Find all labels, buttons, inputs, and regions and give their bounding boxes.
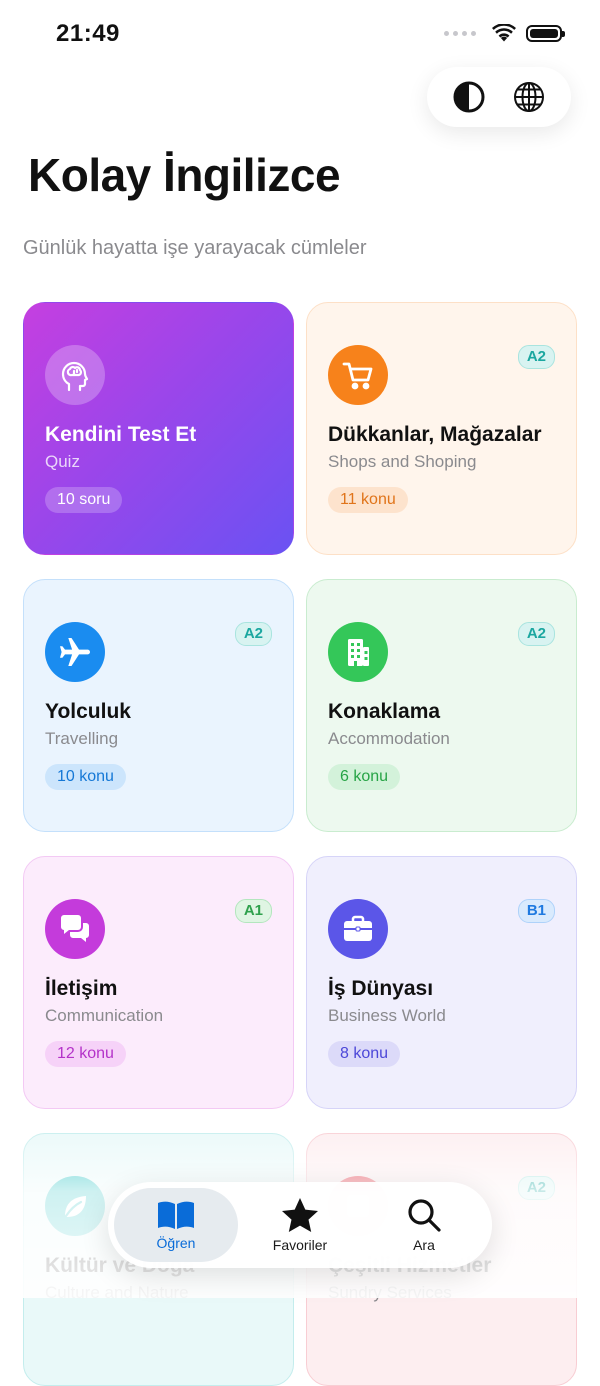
level-badge: A1 [234,899,272,923]
card-title: İş Dünyası [328,977,434,1000]
card-count-badge: 10 soru [45,487,123,513]
card-subtitle: Culture and Nature [45,1283,189,1302]
card-title: Kendini Test Et [45,423,197,446]
status-icons [444,24,565,42]
book-icon [158,1201,194,1229]
briefcase-icon [328,899,388,959]
language-button[interactable] [507,75,551,119]
star-icon [282,1198,318,1232]
card-travelling[interactable]: A2 Yolculuk Travelling 10 konu [23,579,294,832]
top-actions [427,67,571,127]
card-count-badge: 12 konu [45,1041,126,1067]
tab-label: Ara [413,1237,435,1253]
battery-icon [526,24,565,42]
brain-head-icon [45,345,105,405]
level-badge: A2 [517,622,555,646]
card-subtitle: Sundry Services [328,1283,452,1302]
shopping-cart-icon [328,345,388,405]
card-subtitle: Accommodation [328,729,450,748]
card-title: Yolculuk [45,700,131,723]
card-title: İletişim [45,977,118,1000]
page-title: Kolay İngilizce [28,149,341,201]
card-subtitle: Business World [328,1006,446,1025]
tab-label: Favoriler [272,1237,328,1253]
tab-learn[interactable]: Öğren [114,1188,238,1262]
wifi-icon [492,24,516,42]
card-title: Dükkanlar, Mağazalar [328,423,542,446]
level-badge: A2 [234,622,272,646]
signal-dots-icon [444,30,476,36]
card-communication[interactable]: A1 İletişim Communication 12 konu [23,856,294,1109]
card-shops[interactable]: A2 Dükkanlar, Mağazalar Shops and Shopin… [306,302,577,555]
card-count-badge: 6 konu [328,764,401,790]
card-count-badge: 11 konu [328,487,408,513]
card-business[interactable]: B1 İş Dünyası Business World 8 konu [306,856,577,1109]
globe-icon [514,82,544,112]
contrast-icon [453,81,485,113]
level-badge: A2 [517,345,555,369]
card-count-badge: 8 konu [328,1041,401,1067]
card-subtitle: Travelling [45,729,119,748]
tab-bar: Öğren Favoriler Ara [108,1182,492,1268]
building-icon [328,622,388,682]
card-subtitle: Quiz [45,452,80,471]
card-subtitle: Shops and Shoping [328,452,477,471]
tab-label: Öğren [156,1235,196,1251]
card-count-badge: 10 konu [45,764,126,790]
theme-toggle-button[interactable] [447,75,491,119]
card-subtitle: Communication [45,1006,164,1025]
status-time: 21:49 [56,20,120,47]
level-badge: B1 [517,899,555,923]
airplane-icon [45,622,105,682]
search-icon [408,1199,441,1232]
card-title: Konaklama [328,700,441,723]
tab-search[interactable]: Ara [362,1188,486,1262]
card-accommodation[interactable]: A2 Konaklama Accommodation 6 konu [306,579,577,832]
leaf-icon [45,1176,105,1236]
card-quiz[interactable]: Kendini Test Et Quiz 10 soru [23,302,294,555]
chat-bubbles-icon [45,899,105,959]
level-badge: A2 [517,1176,555,1200]
page-subtitle: Günlük hayatta işe yarayacak cümleler [23,237,367,259]
tab-favorites[interactable]: Favoriler [238,1188,362,1262]
